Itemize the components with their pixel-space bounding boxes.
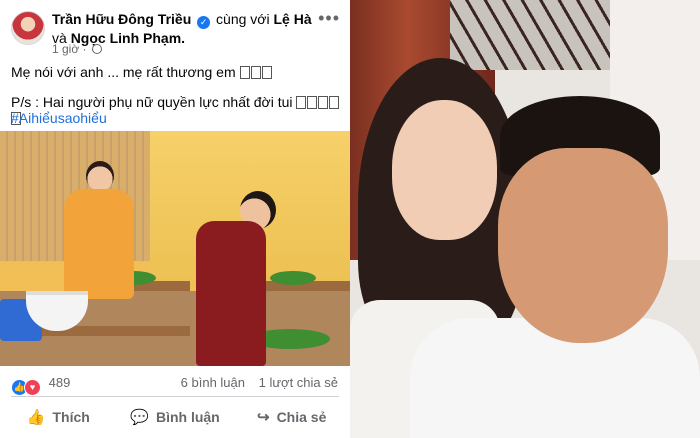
share-button[interactable]: ↪ Chia sẻ [233,399,350,435]
comment-label: Bình luận [155,409,220,425]
stair-railing [450,0,610,70]
comment-count[interactable]: 6 bình luận [181,375,245,390]
emoji-box [261,66,272,79]
woman-head [86,161,114,191]
emoji-box [296,96,307,109]
red-dress [196,221,266,366]
emoji-box [250,66,261,79]
author-avatar[interactable] [11,11,45,45]
more-icon[interactable]: ••• [318,8,340,29]
post-text-line1: Mẹ nói với anh ... mẹ rất thương em [11,64,273,80]
post-stats: 6 bình luận 1 lượt chia sẻ [181,375,338,390]
post-header: Trần Hữu Đông Triều ✓ cùng với Lệ Hà và … [0,0,350,56]
post-photo[interactable] [0,131,350,366]
like-icon: 👍 [26,409,46,426]
divider [11,396,339,397]
post-text-2: P/s : Hai người phụ nữ quyền lực nhất đờ… [11,94,293,110]
reaction-summary[interactable]: 👍 ♥ 489 [11,375,70,396]
globe-icon [91,44,102,54]
share-count[interactable]: 1 lượt chia sẻ [259,375,338,390]
man-face [498,148,668,343]
love-icon: ♥ [24,379,41,396]
emoji-box [307,96,318,109]
facebook-post: Trần Hữu Đông Triều ✓ cùng với Lệ Hà và … [0,0,350,438]
like-button[interactable]: 👍 Thích [0,399,117,435]
share-icon: ↪ [256,409,270,426]
with-label: cùng với [216,11,270,27]
author-name[interactable]: Trần Hữu Đông Triều [52,11,191,27]
couple-selfie-photo [350,0,700,438]
woman-red-dress [190,191,300,366]
reaction-count: 489 [48,375,71,390]
hashtag-link[interactable]: #Aihiểusaohiểu [11,110,107,126]
like-label: Thích [52,409,90,425]
orange-dress [64,189,134,299]
comment-icon: 💬 [130,409,149,426]
emoji-box [329,96,340,109]
tagged-user-1[interactable]: Lệ Hà [273,11,311,27]
woman-face [392,100,497,240]
post-meta: 1 giờ · [52,42,102,56]
post-text-1: Mẹ nói với anh ... mẹ rất thương em [11,64,236,80]
action-bar: 👍 Thích 💬 Bình luận ↪ Chia sẻ [0,399,350,435]
share-label: Chia sẻ [276,409,327,425]
comment-button[interactable]: 💬 Bình luận [117,399,234,435]
verified-icon: ✓ [197,16,211,29]
emoji-box [318,96,329,109]
post-time[interactable]: 1 giờ [52,42,79,56]
emoji-box [239,66,250,79]
